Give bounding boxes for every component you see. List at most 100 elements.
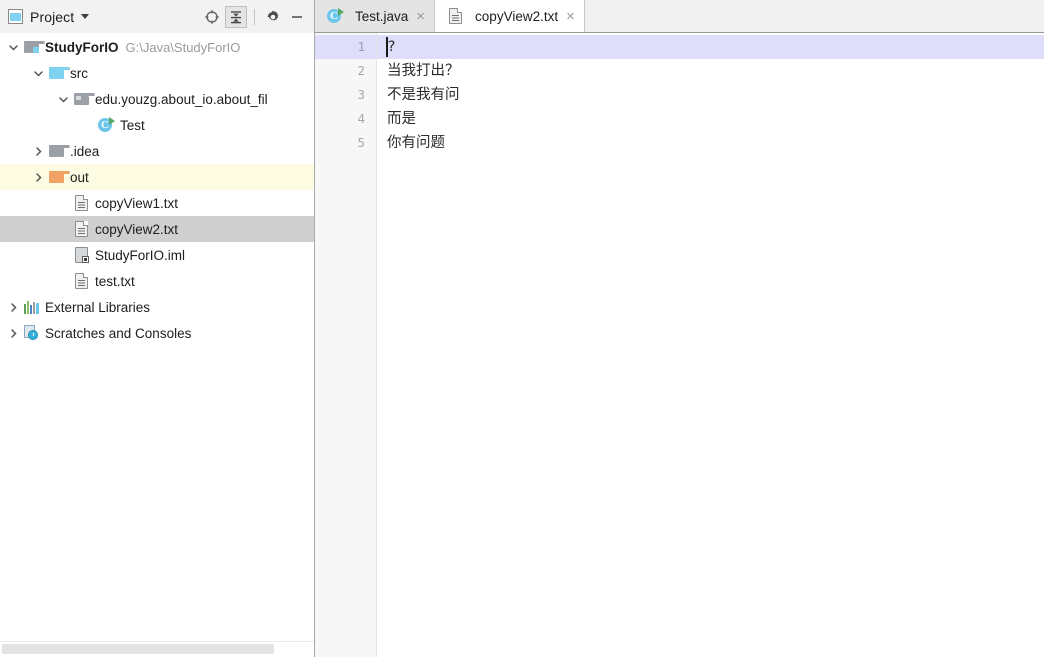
editor-tab[interactable]: copyView2.txt × — [435, 0, 585, 32]
code-line-text: 而是 — [387, 111, 416, 127]
line-number[interactable]: 5 — [315, 131, 376, 155]
gray-folder-icon — [47, 142, 70, 160]
text-file-icon — [72, 272, 90, 290]
tree-row-label: External Libraries — [45, 299, 151, 315]
tree-row-label: edu.youzg.about_io.about_fil — [95, 91, 268, 107]
scrollbar-thumb[interactable] — [2, 644, 274, 654]
code-line[interactable]: 你有问题 — [377, 131, 1044, 155]
tree-row[interactable]: edu.youzg.about_io.about_fil — [0, 86, 314, 112]
code-line[interactable]: 不是我有问 — [377, 83, 1044, 107]
code-line-text: 当我打出？ — [387, 63, 460, 79]
collapse-all-button[interactable] — [225, 5, 247, 28]
line-number[interactable]: 2 — [315, 59, 376, 83]
project-tool-window-title: Project — [30, 8, 75, 25]
chevron-down-icon[interactable] — [4, 34, 22, 60]
tree-row-label: Scratches and Consoles — [45, 325, 192, 341]
tree-arrow-placeholder — [54, 216, 72, 242]
java-class-runnable-icon: C — [97, 116, 115, 134]
editor-area: C Test.java × copyView2.txt × 12345 ? 当我打出？ 不是… — [315, 0, 1044, 657]
code-line[interactable]: ? — [377, 35, 1044, 59]
editor-tab-label: copyView2.txt — [475, 8, 559, 24]
external-libraries-icon — [22, 298, 40, 316]
line-number[interactable]: 1 — [315, 35, 376, 59]
tree-row[interactable]: StudyForIO G:\Java\StudyForIO — [0, 34, 314, 60]
tree-arrow-placeholder — [54, 268, 72, 294]
settings-button[interactable] — [262, 6, 284, 28]
collapse-all-icon — [231, 10, 241, 23]
editor-code-area[interactable]: ? 当我打出？ 不是我有问而是你有问题 — [377, 33, 1044, 644]
chevron-down-icon[interactable] — [54, 86, 72, 112]
code-line[interactable]: 当我打出？ — [377, 59, 1044, 83]
editor-tab-bar: C Test.java × copyView2.txt × — [315, 0, 1044, 33]
tree-row-label: out — [70, 169, 89, 185]
text-file-icon — [72, 220, 90, 238]
close-icon[interactable]: × — [416, 9, 425, 24]
excluded-folder-icon — [47, 168, 70, 186]
tree-arrow-placeholder — [54, 242, 72, 268]
project-tree-horizontal-scrollbar[interactable] — [0, 641, 314, 657]
chevron-right-icon[interactable] — [4, 294, 22, 320]
tree-row-label: copyView1.txt — [95, 195, 179, 211]
locate-file-button[interactable] — [201, 6, 223, 28]
code-line[interactable]: 而是 — [377, 107, 1044, 131]
editor-gutter[interactable]: 12345 — [315, 33, 377, 644]
tree-row[interactable]: src — [0, 60, 314, 86]
tree-row-path: G:\Java\StudyForIO — [125, 39, 241, 55]
close-icon[interactable]: × — [566, 9, 575, 24]
editor-horizontal-scrollbar[interactable] — [315, 644, 1044, 657]
text-file-icon — [446, 7, 464, 25]
project-icon — [8, 9, 23, 24]
text-editor[interactable]: 12345 ? 当我打出？ 不是我有问而是你有问题 — [315, 33, 1044, 644]
tree-row-label: Test — [120, 117, 145, 133]
tree-row-label: copyView2.txt — [95, 221, 179, 237]
editor-tab-label: Test.java — [355, 8, 409, 24]
java-class-runnable-icon: C — [326, 7, 344, 25]
scroll-track[interactable] — [377, 644, 1044, 657]
tree-row[interactable]: External Libraries — [0, 294, 314, 320]
tree-row-label: test.txt — [95, 273, 135, 289]
tree-row[interactable]: out — [0, 164, 314, 190]
editor-tab[interactable]: C Test.java × — [315, 0, 436, 32]
tree-row[interactable]: copyView2.txt — [0, 216, 314, 242]
project-tool-window-header: Project — [0, 0, 314, 34]
gutter-scroll-spacer — [315, 644, 377, 657]
chevron-right-icon[interactable] — [29, 164, 47, 190]
editor-tab-bar-filler — [584, 0, 1044, 32]
source-folder-icon — [47, 64, 70, 82]
scratches-icon — [22, 324, 40, 342]
chevron-right-icon[interactable] — [4, 320, 22, 346]
tree-row[interactable]: StudyForIO.iml — [0, 242, 314, 268]
minimize-icon — [292, 15, 302, 18]
tree-row[interactable]: copyView1.txt — [0, 190, 314, 216]
line-number[interactable]: 4 — [315, 107, 376, 131]
tree-row-label: src — [70, 65, 88, 81]
code-line-text: 不是我有问 — [387, 87, 460, 103]
tree-row[interactable]: test.txt — [0, 268, 314, 294]
chevron-down-icon[interactable] — [81, 14, 90, 19]
chevron-right-icon[interactable] — [29, 138, 47, 164]
project-tool-window: Project StudyForIO G:\Java\StudyForIO sr… — [0, 0, 315, 657]
code-line-text: 你有问题 — [387, 135, 445, 151]
locate-target-icon — [205, 9, 219, 24]
project-view-selector[interactable]: Project — [8, 8, 90, 25]
text-file-icon — [72, 194, 90, 212]
line-number[interactable]: 3 — [315, 83, 376, 107]
hide-tool-window-button[interactable] — [286, 6, 308, 28]
ide-window: Project StudyForIO G:\Java\StudyForIO sr… — [0, 0, 1044, 657]
iml-file-icon — [72, 246, 90, 264]
tree-arrow-placeholder — [54, 190, 72, 216]
chevron-down-icon[interactable] — [29, 60, 47, 86]
toolbar-separator — [254, 8, 255, 25]
tree-row[interactable]: C Test — [0, 112, 314, 138]
text-caret — [386, 37, 388, 57]
project-tree[interactable]: StudyForIO G:\Java\StudyForIO src edu.youzg… — [0, 34, 314, 641]
tree-row-label: .idea — [70, 143, 100, 159]
module-folder-icon — [22, 38, 45, 56]
tree-row-label: StudyForIO — [45, 39, 119, 55]
tree-arrow-placeholder — [79, 112, 97, 138]
tree-row[interactable]: Scratches and Consoles — [0, 320, 314, 346]
tree-row[interactable]: .idea — [0, 138, 314, 164]
project-tool-window-actions — [201, 5, 308, 28]
code-line-text: ? — [387, 39, 396, 55]
package-icon — [72, 90, 95, 108]
